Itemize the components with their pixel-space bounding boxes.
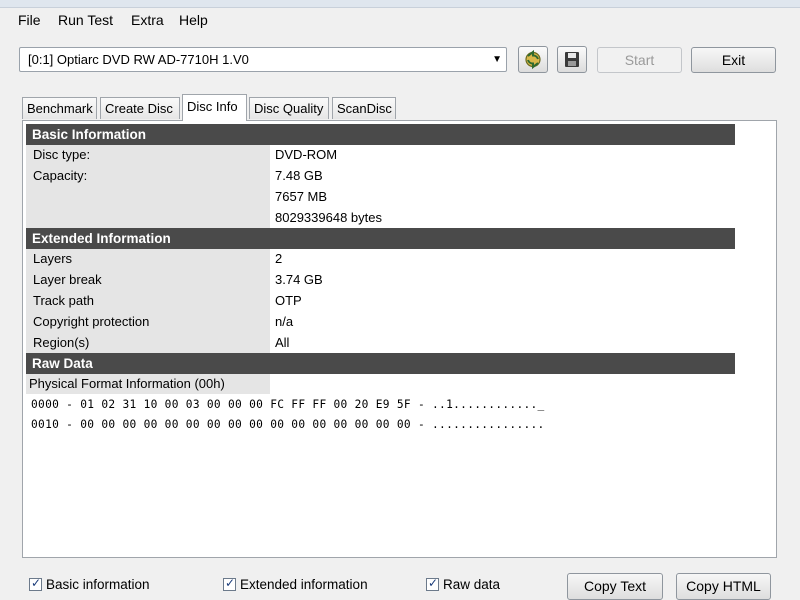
- copyright-protection-value: n/a: [275, 314, 294, 329]
- physical-format-information-label: Physical Format Information (00h): [26, 374, 270, 394]
- menu-bar: File Run Test Extra Help: [0, 8, 800, 32]
- regions-label: Region(s): [33, 335, 90, 350]
- checkbox-checked-icon[interactable]: ✓: [426, 576, 439, 591]
- capacity-bytes-value: 8029339648 bytes: [275, 210, 382, 225]
- disc-type-value: DVD-ROM: [275, 147, 338, 162]
- layer-break-label: Layer break: [33, 272, 102, 287]
- regions-value: All: [275, 335, 290, 350]
- extended-information-option-label: Extended information: [240, 577, 368, 592]
- checkbox-checked-icon[interactable]: ✓: [29, 576, 42, 591]
- basic-information-header: Basic Information: [26, 124, 735, 145]
- tab-disc-quality[interactable]: Disc Quality: [249, 97, 329, 119]
- basic-information-option[interactable]: ✓ Basic information: [29, 576, 150, 595]
- menu-extra[interactable]: Extra: [131, 12, 164, 28]
- copy-html-button[interactable]: Copy HTML: [676, 573, 771, 600]
- copyright-protection-label: Copyright protection: [33, 314, 150, 329]
- drive-select[interactable]: [0:1] Optiarc DVD RW AD-7710H 1.V0 ▼: [19, 47, 507, 72]
- copy-text-button[interactable]: Copy Text: [567, 573, 663, 600]
- tab-benchmark[interactable]: Benchmark: [22, 97, 97, 119]
- disc-type-label: Disc type:: [33, 147, 91, 162]
- layer-break-value: 3.74 GB: [275, 272, 323, 287]
- hex-dump-line: 0010 - 00 00 00 00 00 00 00 00 00 00 00 …: [31, 418, 545, 431]
- drive-select-value: [0:1] Optiarc DVD RW AD-7710H 1.V0: [28, 52, 249, 67]
- layers-value: 2: [275, 251, 283, 266]
- extended-information-header: Extended Information: [26, 228, 735, 249]
- basic-information-option-label: Basic information: [46, 577, 150, 592]
- tab-create-disc[interactable]: Create Disc: [100, 97, 180, 119]
- menu-file[interactable]: File: [18, 12, 41, 28]
- hex-dump-line: 0000 - 01 02 31 10 00 03 00 00 00 FC FF …: [31, 398, 545, 411]
- refresh-icon: [525, 49, 541, 70]
- raw-data-header: Raw Data: [26, 353, 735, 374]
- checkbox-checked-icon[interactable]: ✓: [223, 576, 236, 591]
- capacity-mb-value: 7657 MB: [275, 189, 328, 204]
- raw-data-option[interactable]: ✓ Raw data: [426, 576, 501, 595]
- capacity-gb-value: 7.48 GB: [275, 168, 323, 183]
- extended-information-option[interactable]: ✓ Extended information: [223, 576, 368, 595]
- raw-data-option-label: Raw data: [443, 577, 501, 592]
- menu-run-test[interactable]: Run Test: [58, 12, 113, 28]
- tab-scandisc[interactable]: ScanDisc: [332, 97, 396, 119]
- layers-label: Layers: [33, 251, 73, 266]
- dropdown-arrow-icon: ▼: [492, 54, 502, 65]
- menu-help[interactable]: Help: [179, 12, 208, 28]
- capacity-label: Capacity:: [33, 168, 88, 183]
- tab-disc-info[interactable]: Disc Info: [182, 94, 247, 121]
- exit-button[interactable]: Exit: [691, 47, 776, 73]
- start-button[interactable]: Start: [597, 47, 682, 73]
- refresh-button[interactable]: [518, 46, 548, 73]
- track-path-value: OTP: [275, 293, 302, 308]
- disc-info-panel: Basic Information Disc type: DVD-ROM Cap…: [22, 120, 777, 558]
- floppy-disk-icon: [565, 52, 579, 67]
- window-title-strip: [0, 0, 800, 8]
- track-path-label: Track path: [33, 293, 94, 308]
- save-button[interactable]: [557, 46, 587, 73]
